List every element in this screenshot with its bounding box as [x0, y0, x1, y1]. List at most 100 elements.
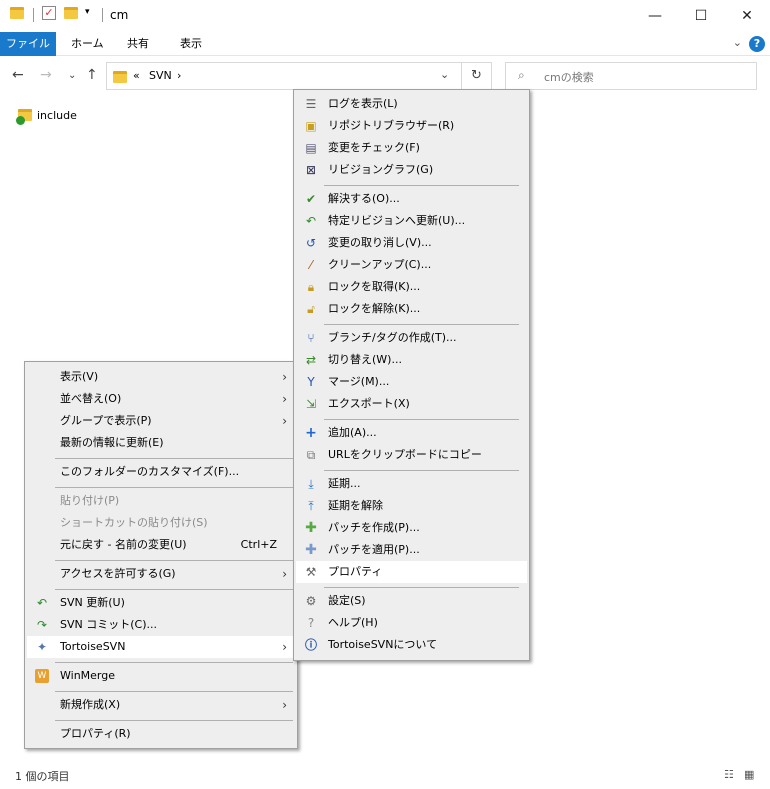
svn-item-properties[interactable]: ⚒ プロパティ [296, 561, 527, 583]
breadcrumb-overflow[interactable]: « [133, 69, 140, 82]
forward-arrow-icon[interactable]: → [40, 67, 52, 83]
large-icons-view-icon[interactable]: ▦ [744, 768, 754, 781]
ribbon-tabs: ファイル ホーム 共有 表示 ⌄ ? [0, 32, 770, 56]
svn-item-settings[interactable]: ⚙ 設定(S) [296, 590, 527, 612]
menu-item-view[interactable]: 表示(V) › [27, 366, 295, 388]
svn-item-about[interactable]: ⓘ TortoiseSVNについて [296, 634, 527, 656]
merge-icon: Y [307, 375, 315, 389]
maximize-icon[interactable]: ☐ [678, 0, 724, 32]
menu-item-refresh[interactable]: 最新の情報に更新(E) [27, 432, 295, 454]
menu-item-properties[interactable]: プロパティ(R) [27, 723, 295, 745]
revert-icon: ↺ [305, 236, 317, 250]
copy-url-icon: ⧉ [306, 448, 316, 462]
menu-separator [55, 662, 293, 663]
cleanup-broom-icon: ⁄ [309, 258, 312, 272]
chevron-right-icon: › [282, 698, 287, 712]
chevron-right-icon: › [282, 414, 287, 428]
svn-item-unshelve[interactable]: ⤒ 延期を解除 [296, 495, 527, 517]
up-arrow-icon[interactable]: ↑ [86, 67, 98, 83]
tab-file[interactable]: ファイル [0, 32, 56, 56]
search-input[interactable]: ⌕ cmの検索 [505, 62, 757, 90]
chevron-down-icon[interactable]: ⌄ [733, 36, 742, 49]
svn-item-get-lock[interactable]: 🔒︎ ロックを取得(K)... [296, 276, 527, 298]
svn-item-merge[interactable]: Y マージ(M)... [296, 371, 527, 393]
folder-icon [10, 7, 24, 19]
back-arrow-icon[interactable]: ← [12, 67, 24, 83]
tortoisesvn-icon: ✦ [36, 640, 48, 654]
menu-item-paste-shortcut[interactable]: ショートカットの貼り付け(S) [27, 512, 295, 534]
refresh-icon[interactable]: ↻ [462, 62, 492, 90]
svn-item-update-to-revision[interactable]: ↶ 特定リビジョンへ更新(U)... [296, 210, 527, 232]
tab-home[interactable]: ホーム [61, 32, 114, 56]
settings-icon: ⚙ [305, 594, 317, 608]
menu-item-sort[interactable]: 並べ替え(O) › [27, 388, 295, 410]
address-dropdown-icon[interactable]: ⌄ [440, 68, 449, 81]
svn-item-branch-tag[interactable]: ⑂ ブランチ/タグの作成(T)... [296, 327, 527, 349]
tortoisesvn-submenu: ☰ ログを表示(L) ▣ リポジトリブラウザー(R) ▤ 変更をチェック(F) ⊠ リビ… [293, 89, 530, 661]
apply-patch-icon: ✚ [305, 542, 317, 558]
svn-item-help[interactable]: ? ヘルプ(H) [296, 612, 527, 634]
details-view-icon[interactable]: ☷ [724, 768, 734, 781]
menu-item-group[interactable]: グループで表示(P) › [27, 410, 295, 432]
menu-item-tortoisesvn[interactable]: ✦ TortoiseSVN › [27, 636, 295, 658]
svn-item-copy-url[interactable]: ⧉ URLをクリップボードにコピー [296, 444, 527, 466]
chevron-right-icon: › [282, 640, 287, 654]
menu-separator [55, 560, 293, 561]
close-icon[interactable]: ✕ [724, 0, 770, 32]
svn-commit-icon: ↷ [36, 618, 48, 632]
list-item[interactable]: include [16, 106, 77, 125]
svn-item-check-modifications[interactable]: ▤ 変更をチェック(F) [296, 137, 527, 159]
title-bar: ✓ ▾ cm — ☐ ✕ [0, 0, 770, 32]
address-bar[interactable]: « SVN › [106, 62, 462, 90]
menu-item-undo-rename[interactable]: 元に戻す - 名前の変更(U) Ctrl+Z [27, 534, 295, 556]
customize-toolbar-icon[interactable]: ▾ [85, 7, 90, 17]
folder-icon [16, 109, 32, 125]
svn-item-show-log[interactable]: ☰ ログを表示(L) [296, 93, 527, 115]
branch-tag-icon: ⑂ [307, 331, 315, 345]
tab-share[interactable]: 共有 [117, 32, 159, 56]
menu-item-svn-update[interactable]: ↶ SVN 更新(U) [27, 592, 295, 614]
svn-item-apply-patch[interactable]: ✚ パッチを適用(P)... [296, 539, 527, 561]
context-menu: 表示(V) › 並べ替え(O) › グループで表示(P) › 最新の情報に更新(E) … [24, 361, 298, 749]
menu-separator [55, 589, 293, 590]
svn-item-switch[interactable]: ⇄ 切り替え(W)... [296, 349, 527, 371]
svn-item-revision-graph[interactable]: ⊠ リビジョングラフ(G) [296, 159, 527, 181]
menu-item-paste[interactable]: 貼り付け(P) [27, 490, 295, 512]
help-question-icon: ? [307, 616, 315, 630]
create-patch-icon: ✚ [305, 520, 317, 536]
menu-separator [55, 487, 293, 488]
tab-view[interactable]: 表示 [170, 32, 212, 56]
title-separator [33, 8, 34, 22]
properties-check-icon[interactable]: ✓ [42, 6, 56, 20]
svn-item-cleanup[interactable]: ⁄ クリーンアップ(C)... [296, 254, 527, 276]
svn-item-create-patch[interactable]: ✚ パッチを作成(P)... [296, 517, 527, 539]
svn-item-repo-browser[interactable]: ▣ リポジトリブラウザー(R) [296, 115, 527, 137]
menu-item-customize[interactable]: このフォルダーのカスタマイズ(F)... [27, 461, 295, 483]
svn-item-revert[interactable]: ↺ 変更の取り消し(V)... [296, 232, 527, 254]
menu-item-new[interactable]: 新規作成(X) › [27, 694, 295, 716]
menu-item-svn-commit[interactable]: ↷ SVN コミット(C)... [27, 614, 295, 636]
menu-separator [55, 691, 293, 692]
update-to-revision-icon: ↶ [305, 214, 317, 228]
menu-item-give-access[interactable]: アクセスを許可する(G) › [27, 563, 295, 585]
svn-item-shelve[interactable]: ⤓ 延期... [296, 473, 527, 495]
menu-separator [55, 720, 293, 721]
search-icon: ⌕ [518, 68, 525, 82]
breadcrumb-separator[interactable]: › [177, 69, 181, 82]
svn-normal-overlay-icon [16, 116, 25, 125]
menu-item-winmerge[interactable]: W WinMerge [27, 665, 295, 687]
svn-item-export[interactable]: ⇲ エクスポート(X) [296, 393, 527, 415]
recent-locations-chevron-icon[interactable]: ⌄ [68, 70, 76, 81]
menu-separator [55, 458, 293, 459]
repo-browser-icon: ▣ [305, 119, 317, 133]
info-icon: ⓘ [304, 638, 317, 652]
switch-icon: ⇄ [305, 353, 317, 367]
new-folder-icon[interactable] [64, 7, 78, 19]
svn-item-add[interactable]: + 追加(A)... [296, 422, 527, 444]
minimize-icon[interactable]: — [632, 0, 678, 32]
svn-item-resolve[interactable]: ✔ 解決する(O)... [296, 188, 527, 210]
svn-item-release-lock[interactable]: 🔓︎ ロックを解除(K)... [296, 298, 527, 320]
breadcrumb-svn[interactable]: SVN [149, 69, 172, 82]
svn-update-icon: ↶ [36, 596, 48, 610]
help-icon[interactable]: ? [749, 36, 765, 52]
